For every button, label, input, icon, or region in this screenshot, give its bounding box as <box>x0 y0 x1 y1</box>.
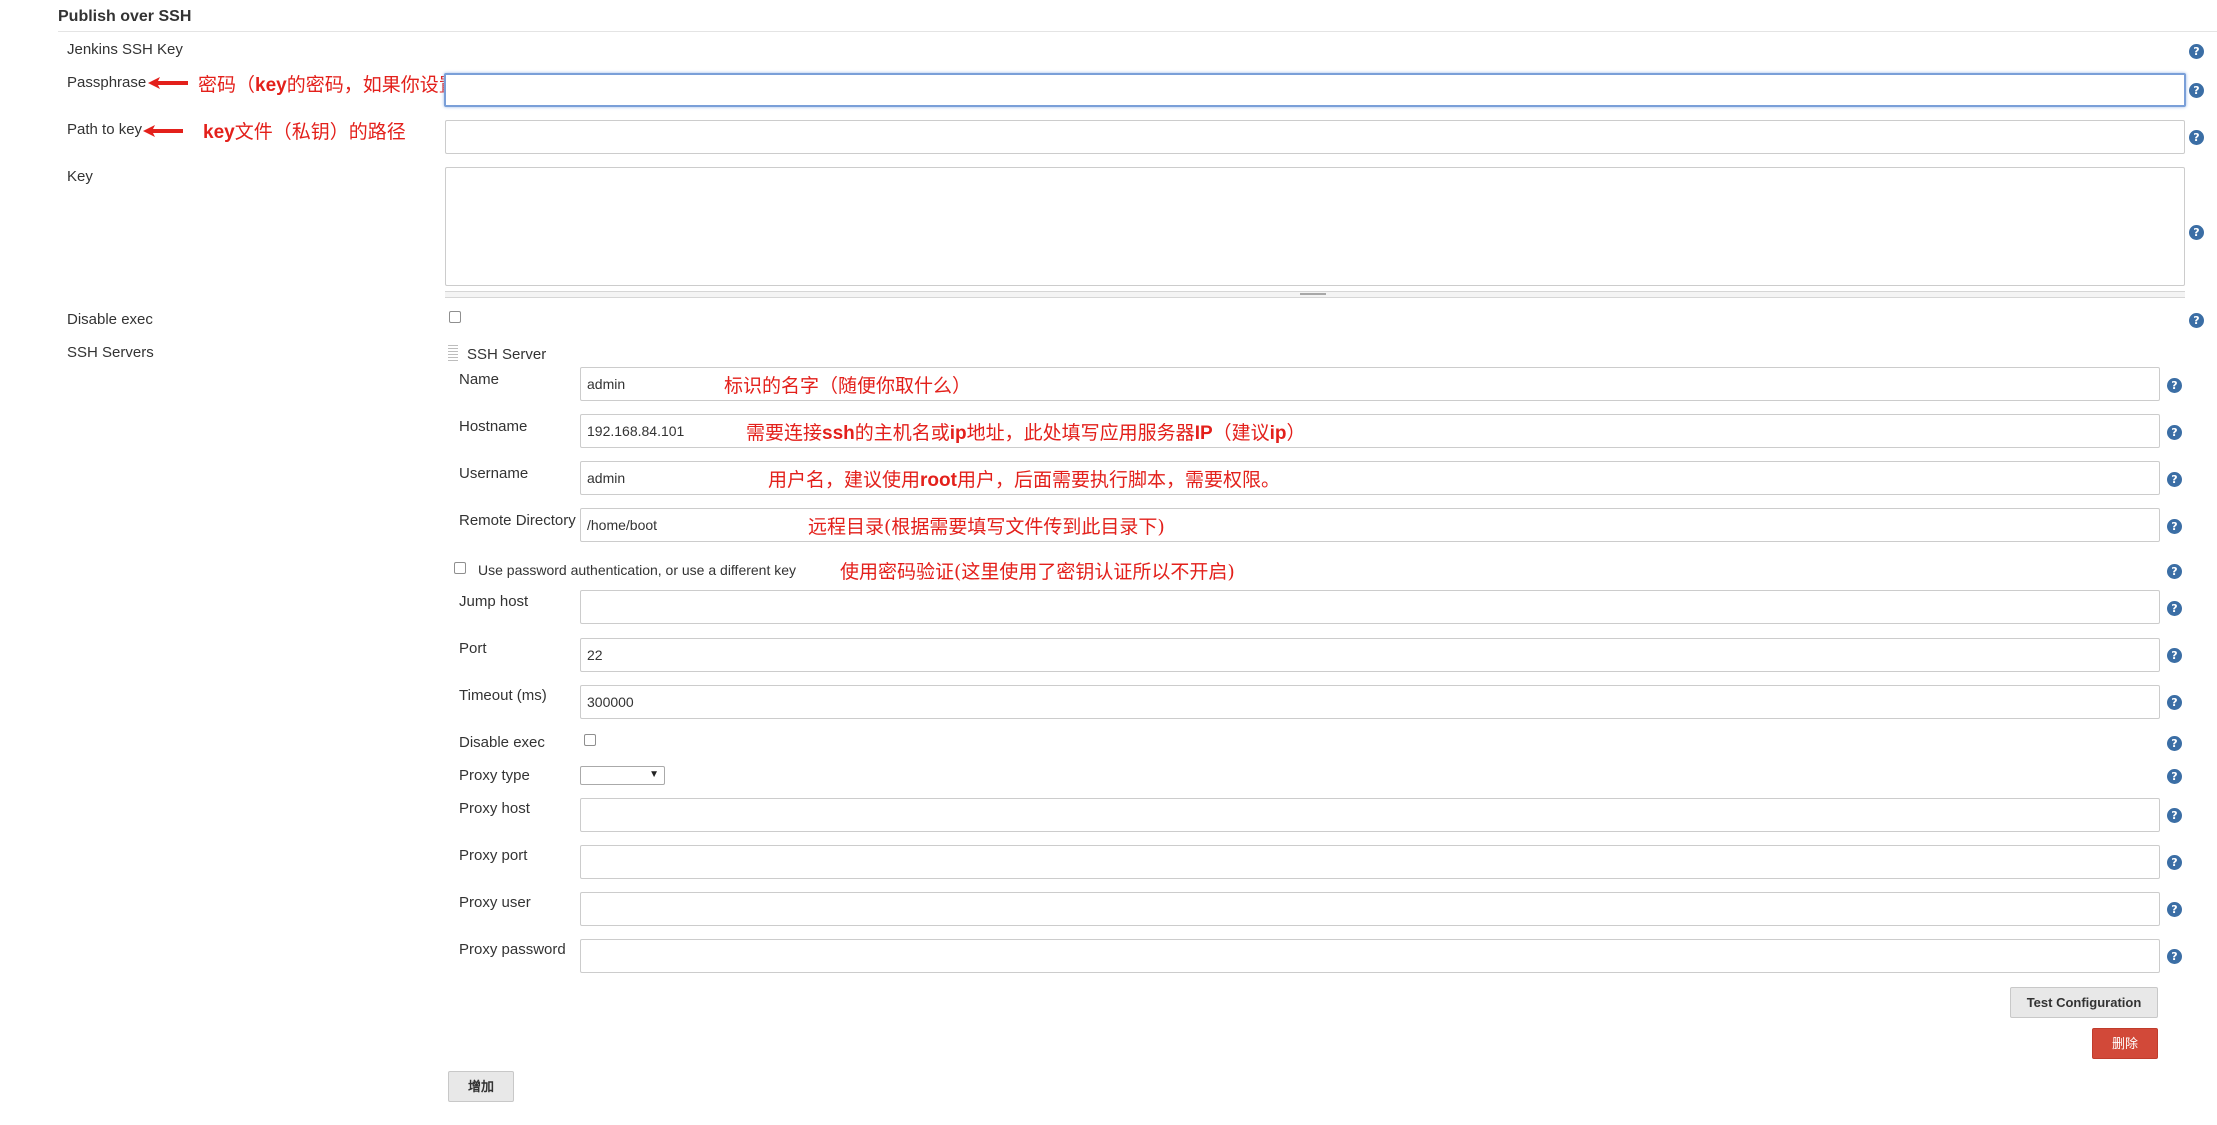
help-icon[interactable]: ? <box>2167 736 2182 751</box>
ssh-servers-label: SSH Servers <box>67 344 154 361</box>
proxy-password-input[interactable] <box>580 939 2160 973</box>
timeout-input[interactable]: 300000 <box>580 685 2160 719</box>
path-to-key-input[interactable] <box>445 120 2185 154</box>
help-icon[interactable]: ? <box>2167 472 2182 487</box>
remote-directory-annotation: 远程目录(根据需要填写文件传到此目录下) <box>808 516 1165 538</box>
server-name-label: Name <box>459 371 500 388</box>
delete-button[interactable]: 删除 <box>2092 1028 2158 1059</box>
path-to-key-label: Path to key <box>67 121 143 138</box>
ssh-server-header: SSH Server <box>467 346 547 363</box>
proxy-type-select[interactable]: ▼ <box>580 766 665 785</box>
help-icon[interactable]: ? <box>2167 855 2182 870</box>
drag-handle-icon[interactable] <box>448 345 458 361</box>
help-icon[interactable]: ? <box>2167 808 2182 823</box>
passphrase-label: Passphrase <box>67 74 147 91</box>
proxy-host-input[interactable] <box>580 798 2160 832</box>
chevron-down-icon: ▼ <box>649 769 659 780</box>
remote-directory-label: Remote Directory <box>459 512 576 529</box>
hostname-annotation: 需要连接ssh的主机名或ip地址，此处填写应用服务器IP（建议ip） <box>746 422 1306 444</box>
username-annotation: 用户名，建议使用root用户，后面需要执行脚本，需要权限。 <box>768 469 1280 491</box>
passphrase-input[interactable] <box>444 73 2186 107</box>
port-input[interactable]: 22 <box>580 638 2160 672</box>
help-icon[interactable]: ? <box>2167 378 2182 393</box>
proxy-type-label: Proxy type <box>459 767 530 784</box>
password-auth-label: Use password authentication, or use a di… <box>478 562 797 578</box>
arrow-annotation-icon <box>143 125 183 137</box>
section-title: Publish over SSH <box>58 8 192 25</box>
help-icon[interactable]: ? <box>2167 902 2182 917</box>
proxy-user-label: Proxy user <box>459 894 531 911</box>
help-icon[interactable]: ? <box>2189 225 2204 240</box>
disable-exec-checkbox[interactable] <box>449 311 461 323</box>
disable-exec-label: Disable exec <box>67 311 153 328</box>
test-configuration-button[interactable]: Test Configuration <box>2010 987 2158 1018</box>
proxy-password-label: Proxy password <box>459 941 566 958</box>
help-icon[interactable]: ? <box>2167 601 2182 616</box>
jump-host-input[interactable] <box>580 590 2160 624</box>
help-icon[interactable]: ? <box>2167 949 2182 964</box>
help-icon[interactable]: ? <box>2167 425 2182 440</box>
help-icon[interactable]: ? <box>2167 564 2182 579</box>
key-label: Key <box>67 168 93 185</box>
proxy-port-label: Proxy port <box>459 847 528 864</box>
timeout-label: Timeout (ms) <box>459 687 547 704</box>
textarea-resize-bar[interactable] <box>445 291 2185 298</box>
help-icon[interactable]: ? <box>2189 130 2204 145</box>
add-button[interactable]: 增加 <box>448 1071 514 1102</box>
help-icon[interactable]: ? <box>2189 44 2204 59</box>
path-to-key-annotation: key文件（私钥）的路径 <box>203 121 406 143</box>
name-annotation: 标识的名字（随便你取什么） <box>724 375 972 397</box>
proxy-user-input[interactable] <box>580 892 2160 926</box>
help-icon[interactable]: ? <box>2167 519 2182 534</box>
jump-host-label: Jump host <box>459 593 529 610</box>
help-icon[interactable]: ? <box>2167 769 2182 784</box>
password-auth-checkbox[interactable] <box>454 562 466 574</box>
arrow-annotation-icon <box>148 77 188 89</box>
jenkins-ssh-key-label: Jenkins SSH Key <box>67 41 183 58</box>
port-label: Port <box>459 640 487 657</box>
section-divider <box>58 31 2217 32</box>
username-label: Username <box>459 465 529 482</box>
help-icon[interactable]: ? <box>2167 695 2182 710</box>
help-icon[interactable]: ? <box>2167 648 2182 663</box>
proxy-host-label: Proxy host <box>459 800 530 817</box>
key-textarea[interactable] <box>445 167 2185 286</box>
help-icon[interactable]: ? <box>2189 313 2204 328</box>
server-disable-exec-label: Disable exec <box>459 734 545 751</box>
proxy-port-input[interactable] <box>580 845 2160 879</box>
hostname-label: Hostname <box>459 418 528 435</box>
server-disable-exec-checkbox[interactable] <box>584 734 596 746</box>
help-icon[interactable]: ? <box>2189 83 2204 98</box>
password-auth-annotation: 使用密码验证(这里使用了密钥认证所以不开启) <box>840 561 1235 583</box>
